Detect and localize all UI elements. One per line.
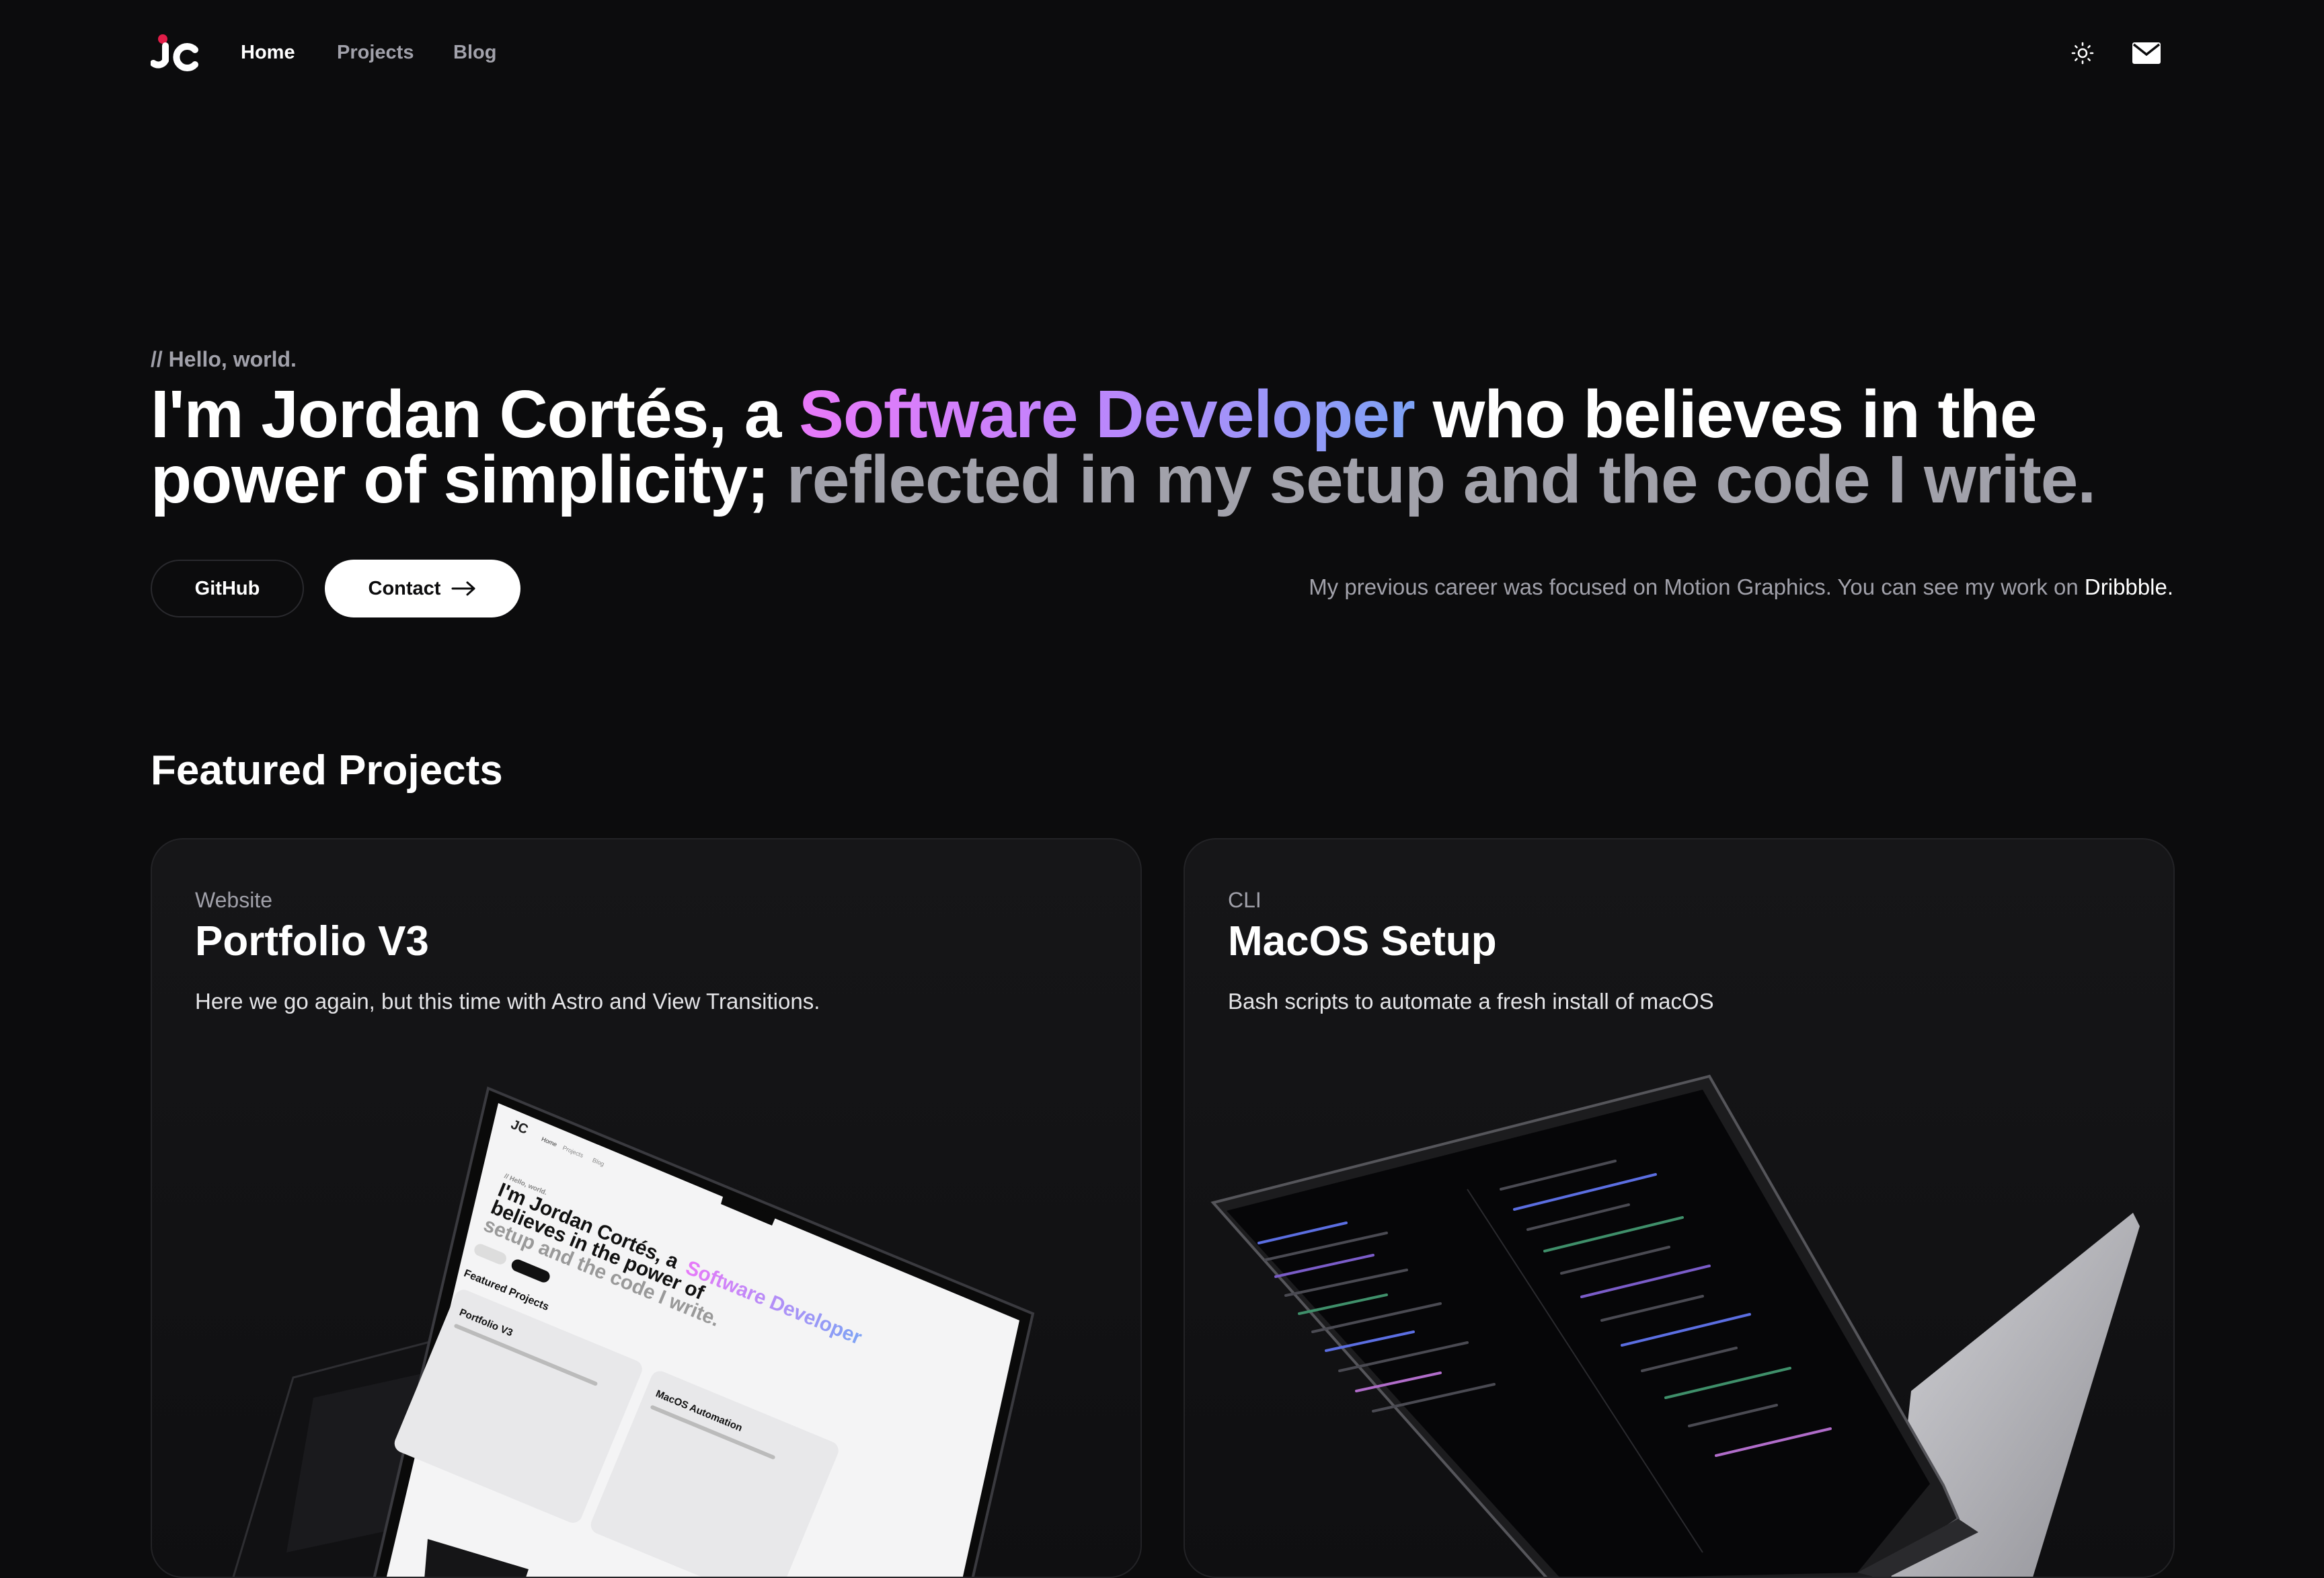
card-title: MacOS Setup bbox=[1228, 918, 1497, 965]
hero-eyebrow: // Hello, world. bbox=[151, 347, 297, 371]
card-category: CLI bbox=[1228, 888, 1262, 912]
email-button[interactable] bbox=[2131, 38, 2162, 69]
career-text: My previous career was focused on Motion… bbox=[1309, 574, 2085, 599]
project-card-macos[interactable]: CLI MacOS Setup Bash scripts to automate… bbox=[1184, 838, 2175, 1578]
dribbble-link[interactable]: Dribbble. bbox=[2085, 574, 2173, 599]
nav-projects-link[interactable]: Projects bbox=[337, 42, 414, 64]
top-nav: Home Projects Blog bbox=[151, 30, 2173, 77]
arrow-right-icon bbox=[451, 581, 475, 596]
hero-headline: I'm Jordan Cortés, a Software Developer … bbox=[151, 381, 2188, 513]
card-description: Bash scripts to automate a fresh install… bbox=[1228, 989, 1714, 1014]
github-button-label: GitHub bbox=[194, 577, 260, 599]
mail-icon bbox=[2132, 42, 2161, 64]
nav-home-link[interactable]: Home bbox=[241, 42, 295, 64]
card-category: Website bbox=[195, 888, 273, 912]
headline-intro: I'm Jordan Cortés, a bbox=[151, 377, 800, 452]
featured-projects-title: Featured Projects bbox=[151, 747, 503, 794]
contact-button-label: Contact bbox=[368, 577, 441, 599]
contact-button[interactable]: Contact bbox=[325, 560, 520, 617]
github-button[interactable]: GitHub bbox=[151, 560, 304, 617]
theme-toggle-button[interactable] bbox=[2067, 38, 2098, 69]
nav-blog-link[interactable]: Blog bbox=[453, 42, 496, 64]
jc-logo-icon[interactable] bbox=[151, 34, 199, 73]
card-description: Here we go again, but this time with Ast… bbox=[195, 989, 820, 1014]
headline-role: Software Developer bbox=[799, 377, 1416, 452]
project-card-portfolio[interactable]: JC Home Projects Blog // Hello, world. I… bbox=[151, 838, 1142, 1578]
card-title: Portfolio V3 bbox=[195, 918, 429, 965]
headline-tail: reflected in my setup and the code I wri… bbox=[786, 442, 2096, 517]
career-note: My previous career was focused on Motion… bbox=[1309, 574, 2173, 600]
sun-icon bbox=[2071, 42, 2094, 65]
